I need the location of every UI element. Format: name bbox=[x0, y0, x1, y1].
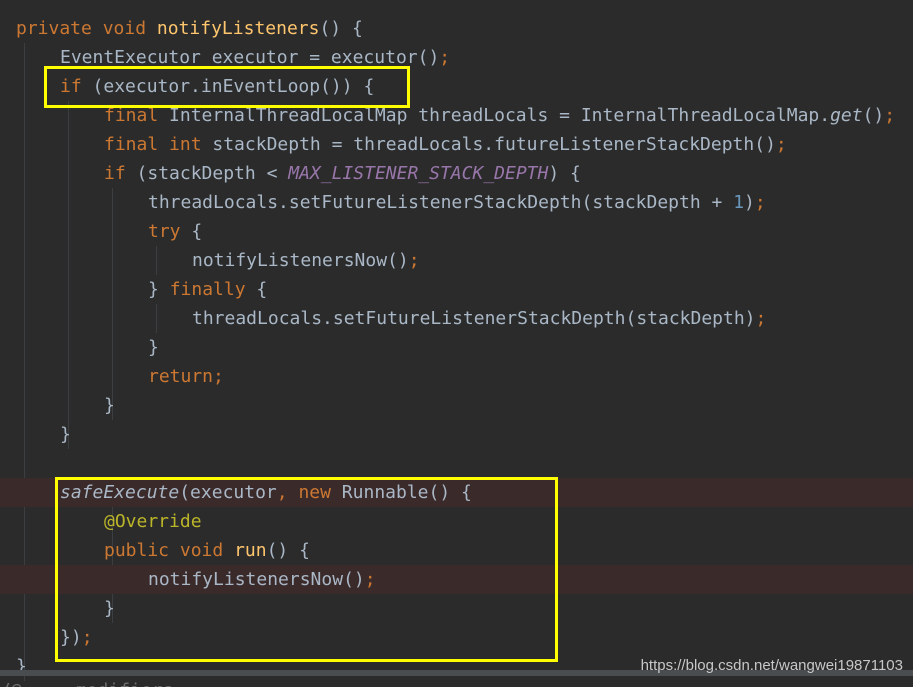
code-token: (stackDepth < bbox=[125, 163, 289, 184]
code-token: if bbox=[104, 163, 126, 184]
code-token: ; bbox=[754, 192, 766, 213]
code-token: () bbox=[862, 105, 885, 126]
code-text: return; bbox=[148, 362, 224, 391]
code-line[interactable]: } bbox=[0, 420, 913, 449]
code-text: } bbox=[104, 391, 115, 420]
code-token: final bbox=[104, 134, 159, 155]
code-token: InternalThreadLocalMap threadLocals = In… bbox=[158, 105, 831, 126]
code-token: void bbox=[102, 18, 147, 39]
code-token: 1 bbox=[733, 192, 745, 213]
code-token: try bbox=[148, 221, 181, 242]
code-token: get bbox=[830, 105, 863, 126]
highlight-box-event-loop-check bbox=[44, 66, 410, 108]
code-text: final int stackDepth = threadLocals.futu… bbox=[104, 130, 787, 159]
code-token: MAX_LISTENER_STACK_DEPTH bbox=[288, 163, 549, 184]
code-token: } bbox=[60, 424, 71, 445]
code-token: int bbox=[169, 134, 202, 155]
watermark-url: https://blog.csdn.net/wangwei19871103 bbox=[640, 657, 903, 674]
code-text: } bbox=[60, 420, 71, 449]
code-text: notifyListenersNow(); bbox=[192, 246, 420, 275]
code-token: threadLocals.setFutureListenerStackDepth… bbox=[192, 308, 756, 329]
code-line[interactable]: } finally { bbox=[0, 275, 913, 304]
code-text: if (stackDepth < MAX_LISTENER_STACK_DEPT… bbox=[104, 159, 581, 188]
code-token: ; bbox=[408, 250, 420, 271]
code-line[interactable]: threadLocals.setFutureListenerStackDepth… bbox=[0, 304, 913, 333]
code-text: } finally { bbox=[148, 275, 267, 304]
code-line[interactable]: return; bbox=[0, 362, 913, 391]
code-token: notifyListeners bbox=[156, 18, 320, 39]
code-line[interactable]: try { bbox=[0, 217, 913, 246]
code-token: } bbox=[148, 279, 170, 300]
code-token: ; bbox=[884, 105, 896, 126]
code-token: ; bbox=[775, 134, 787, 155]
code-token: } bbox=[104, 395, 115, 416]
code-token: threadLocals.setFutureListenerStackDepth… bbox=[148, 192, 734, 213]
code-line[interactable]: private void notifyListeners() { bbox=[0, 14, 913, 43]
code-token: notifyListenersNow() bbox=[192, 250, 409, 271]
code-token: stackDepth = threadLocals.futureListener… bbox=[201, 134, 776, 155]
code-text: threadLocals.setFutureListenerStackDepth… bbox=[192, 304, 766, 333]
code-token: return; bbox=[148, 366, 224, 387]
code-token: final bbox=[104, 105, 159, 126]
code-text: threadLocals.setFutureListenerStackDepth… bbox=[148, 188, 766, 217]
code-token: ) bbox=[744, 192, 755, 213]
code-token: EventExecutor executor = executor() bbox=[60, 47, 440, 68]
code-line[interactable]: } bbox=[0, 333, 913, 362]
code-token: { bbox=[245, 279, 268, 300]
code-token: private bbox=[16, 18, 92, 39]
code-line[interactable]: notifyListenersNow(); bbox=[0, 246, 913, 275]
code-text: private void notifyListeners() { bbox=[16, 14, 363, 43]
code-line[interactable]: threadLocals.setFutureListenerStackDepth… bbox=[0, 188, 913, 217]
highlight-box-safe-execute bbox=[55, 477, 558, 662]
code-text: } bbox=[148, 333, 159, 362]
code-token: { bbox=[180, 221, 203, 242]
code-token: } bbox=[148, 337, 159, 358]
next-line-fragment: /@ ... modifiers ... bbox=[0, 676, 913, 687]
code-line[interactable] bbox=[0, 449, 913, 478]
code-token: finally bbox=[169, 279, 246, 300]
code-token: () { bbox=[319, 18, 363, 39]
code-text: try { bbox=[148, 217, 202, 246]
code-token: ) { bbox=[548, 163, 581, 184]
code-line[interactable]: final int stackDepth = threadLocals.futu… bbox=[0, 130, 913, 159]
code-line[interactable]: } bbox=[0, 391, 913, 420]
code-line[interactable]: if (stackDepth < MAX_LISTENER_STACK_DEPT… bbox=[0, 159, 913, 188]
code-token: ; bbox=[755, 308, 767, 329]
code-editor[interactable]: private void notifyListeners() {EventExe… bbox=[0, 0, 913, 687]
code-token: ; bbox=[439, 47, 451, 68]
